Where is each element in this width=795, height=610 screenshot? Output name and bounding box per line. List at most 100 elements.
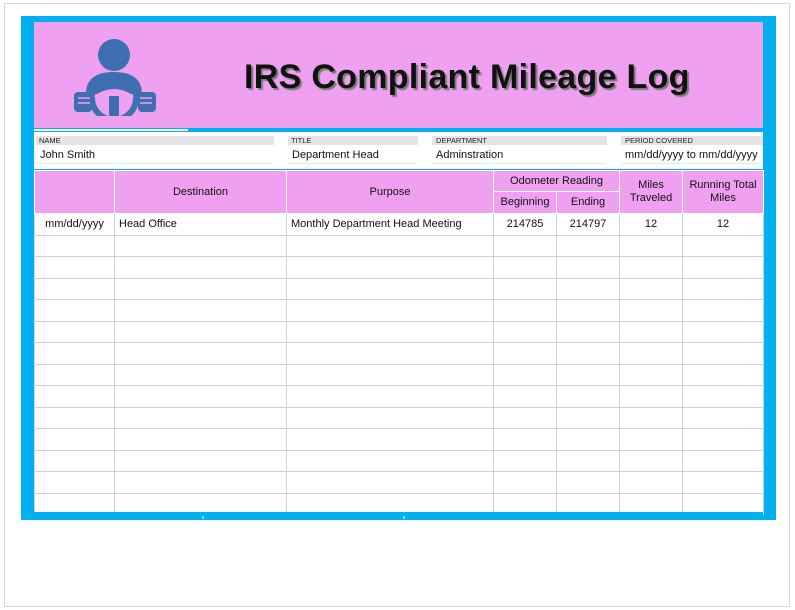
cell-purpose[interactable] <box>286 342 494 365</box>
cell-purpose[interactable] <box>286 277 494 300</box>
cell-purpose[interactable] <box>286 363 494 386</box>
cell-date[interactable] <box>34 342 115 365</box>
cell-destination[interactable] <box>114 299 287 322</box>
cell-running-total[interactable] <box>682 320 765 343</box>
cell-purpose[interactable] <box>286 256 494 279</box>
title-field[interactable]: Department Head <box>288 146 417 164</box>
cell-date[interactable] <box>34 471 115 494</box>
cell-miles[interactable] <box>619 385 684 408</box>
cell-date[interactable] <box>34 449 115 472</box>
cell-ending[interactable] <box>555 277 621 300</box>
cell-beginning[interactable] <box>493 277 557 300</box>
cell-date[interactable] <box>34 299 115 322</box>
cell-ending[interactable] <box>555 471 621 494</box>
cell-purpose[interactable] <box>286 320 494 343</box>
cell-purpose[interactable] <box>286 428 494 451</box>
cell-destination[interactable] <box>114 342 287 365</box>
cell-ending[interactable]: 214797 <box>555 213 621 236</box>
cell-running-total[interactable] <box>682 406 765 429</box>
cell-beginning[interactable] <box>493 256 557 279</box>
cell-destination[interactable] <box>114 406 287 429</box>
cell-purpose[interactable] <box>286 385 494 408</box>
cell-ending[interactable] <box>555 299 621 322</box>
cell-running-total[interactable] <box>682 277 765 300</box>
cell-purpose[interactable] <box>286 449 494 472</box>
cell-beginning[interactable] <box>493 363 557 386</box>
cell-beginning[interactable] <box>493 449 557 472</box>
cell-miles[interactable] <box>619 449 684 472</box>
cell-date[interactable]: mm/dd/yyyy <box>34 213 115 236</box>
cell-running-total[interactable] <box>682 363 765 386</box>
period-label: PERIOD COVERED <box>625 136 693 145</box>
table-row <box>34 363 765 386</box>
cell-date[interactable] <box>34 256 115 279</box>
cell-miles[interactable] <box>619 256 684 279</box>
cell-destination[interactable] <box>114 428 287 451</box>
cell-running-total[interactable] <box>682 234 765 257</box>
cell-miles[interactable]: 12 <box>619 213 684 236</box>
cell-beginning[interactable] <box>493 299 557 322</box>
cell-ending[interactable] <box>555 406 621 429</box>
department-label: DEPARTMENT <box>436 136 487 145</box>
cell-ending[interactable] <box>555 385 621 408</box>
cell-miles[interactable] <box>619 299 684 322</box>
cell-date[interactable] <box>34 428 115 451</box>
cell-running-total[interactable] <box>682 385 765 408</box>
department-field[interactable]: Adminstration <box>432 146 606 164</box>
cell-running-total[interactable] <box>682 428 765 451</box>
cell-ending[interactable] <box>555 342 621 365</box>
cell-running-total[interactable]: 12 <box>682 213 765 236</box>
cell-destination[interactable] <box>114 385 287 408</box>
cell-running-total[interactable] <box>682 299 765 322</box>
cell-destination[interactable]: Head Office <box>114 213 287 236</box>
cell-running-total[interactable] <box>682 256 765 279</box>
cell-ending[interactable] <box>555 256 621 279</box>
cell-destination[interactable] <box>114 363 287 386</box>
cell-beginning[interactable] <box>493 428 557 451</box>
column-header-running-total: Running Total Miles <box>682 170 765 214</box>
cell-destination[interactable] <box>114 449 287 472</box>
cell-miles[interactable] <box>619 363 684 386</box>
cell-destination[interactable] <box>114 234 287 257</box>
cell-miles[interactable] <box>619 277 684 300</box>
cell-date[interactable] <box>34 320 115 343</box>
cell-miles[interactable] <box>619 428 684 451</box>
divider <box>34 129 188 131</box>
cell-miles[interactable] <box>619 471 684 494</box>
cell-beginning[interactable] <box>493 342 557 365</box>
cell-beginning[interactable]: 214785 <box>493 213 557 236</box>
cell-date[interactable] <box>34 277 115 300</box>
cell-beginning[interactable] <box>493 320 557 343</box>
cell-ending[interactable] <box>555 234 621 257</box>
cell-miles[interactable] <box>619 406 684 429</box>
cell-miles[interactable] <box>619 234 684 257</box>
cell-beginning[interactable] <box>493 471 557 494</box>
cell-date[interactable] <box>34 234 115 257</box>
cell-ending[interactable] <box>555 428 621 451</box>
cell-beginning[interactable] <box>493 234 557 257</box>
cell-destination[interactable] <box>114 471 287 494</box>
cell-running-total[interactable] <box>682 449 765 472</box>
cell-date[interactable] <box>34 363 115 386</box>
cell-date[interactable] <box>34 385 115 408</box>
cell-destination[interactable] <box>114 256 287 279</box>
cell-beginning[interactable] <box>493 385 557 408</box>
cell-miles[interactable] <box>619 342 684 365</box>
name-field[interactable]: John Smith <box>36 146 273 164</box>
cell-purpose[interactable] <box>286 234 494 257</box>
cell-purpose[interactable] <box>286 406 494 429</box>
cell-purpose[interactable] <box>286 299 494 322</box>
cell-purpose[interactable] <box>286 471 494 494</box>
period-field[interactable]: mm/dd/yyyy to mm/dd/yyyy <box>621 146 763 164</box>
cell-running-total[interactable] <box>682 342 765 365</box>
cell-ending[interactable] <box>555 363 621 386</box>
cell-destination[interactable] <box>114 320 287 343</box>
cell-running-total[interactable] <box>682 471 765 494</box>
cell-beginning[interactable] <box>493 406 557 429</box>
cell-date[interactable] <box>34 406 115 429</box>
cell-ending[interactable] <box>555 320 621 343</box>
cell-destination[interactable] <box>114 277 287 300</box>
cell-miles[interactable] <box>619 320 684 343</box>
cell-purpose[interactable]: Monthly Department Head Meeting <box>286 213 494 236</box>
cell-ending[interactable] <box>555 449 621 472</box>
